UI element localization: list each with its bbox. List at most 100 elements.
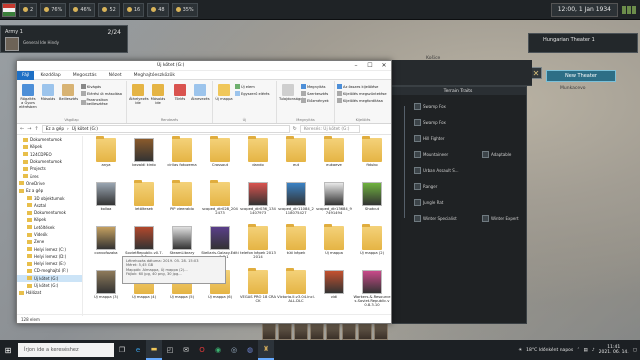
nav-item[interactable]: Asztal	[17, 202, 82, 209]
trait-jungle-rat[interactable]: Jungle Rat	[414, 198, 443, 207]
nav-item[interactable]: Letöltések	[17, 224, 82, 231]
file-explorer-window[interactable]: Új kötet (G:) – ☐ ✕ Fájl Kezdőlap Megosz…	[16, 60, 392, 324]
copy-to-button[interactable]: Másolás ide	[149, 84, 167, 105]
taskbar-search-input[interactable]: Írjon ide a kereséshez	[18, 343, 114, 357]
topbar-stat[interactable]: 76%	[40, 2, 67, 17]
new-item-button[interactable]: Új elem	[235, 84, 255, 89]
chrome-icon[interactable]: ◉	[210, 340, 226, 360]
window-titlebar[interactable]: Új kötet (G:) – ☐ ✕	[17, 61, 391, 71]
trait-mountaineer[interactable]: Mountaineer	[414, 150, 448, 159]
cut-button[interactable]: Kivágás	[81, 84, 101, 89]
nav-item[interactable]: Képek	[17, 143, 82, 150]
edit-button[interactable]: Szerkesztés	[301, 91, 328, 96]
file-item[interactable]: kollaa	[87, 182, 125, 226]
game-icon[interactable]: ♜	[258, 340, 274, 360]
nav-item[interactable]: Videók	[17, 231, 82, 238]
file-item[interactable]: scoped_dir036_1341407973	[239, 182, 277, 226]
nav-item[interactable]: Dokumentumok	[17, 158, 82, 165]
theater-panel[interactable]: Hungarian Theater 1	[528, 33, 638, 53]
file-item[interactable]: scoped_dir028_2042473	[201, 180, 239, 226]
nav-item[interactable]: OneDrive	[17, 180, 82, 187]
nav-item[interactable]: Zene	[17, 238, 82, 245]
file-item[interactable]: Crossout	[201, 136, 239, 182]
trait-winter-specialist[interactable]: Winter Specialist	[414, 214, 457, 223]
new-theater-button[interactable]: New Theater	[546, 70, 616, 82]
avatar[interactable]	[310, 322, 324, 340]
paste-button[interactable]: Beillesztés	[59, 84, 78, 101]
topbar-stat[interactable]: 46%	[69, 2, 96, 17]
trait-urban-assault[interactable]: Urban Assault S...	[414, 166, 459, 175]
breadcrumb[interactable]: Ez a gép › Új kötet (G:)	[41, 125, 290, 133]
weather-icon[interactable]: ☀	[518, 348, 522, 353]
copy-button[interactable]: Másolás	[39, 84, 57, 101]
nav-item[interactable]: CD-meghajtó (F:)	[17, 267, 82, 274]
breadcrumb-item[interactable]: Új kötet (G:)	[72, 127, 98, 132]
nav-item[interactable]: Projects	[17, 165, 82, 172]
file-item[interactable]: Victoria.II.v3.04.incl.ALL.DLC	[277, 268, 315, 314]
open-button[interactable]: Megnyitás	[301, 84, 325, 89]
topbar-stat[interactable]: 16	[122, 2, 145, 17]
nav-item[interactable]: Képek	[17, 216, 82, 223]
windows-start-icon[interactable]: ⊞	[0, 340, 16, 360]
minimize-icon[interactable]: –	[349, 62, 363, 69]
avatar[interactable]	[278, 322, 292, 340]
discord-icon[interactable]: ◍	[242, 340, 258, 360]
close-icon[interactable]: ✕	[377, 62, 391, 69]
trait-hill-fighter[interactable]: Hill Fighter	[414, 134, 444, 143]
avatar[interactable]	[342, 322, 356, 340]
country-flag[interactable]	[2, 2, 16, 17]
topbar-stat[interactable]: 48	[147, 2, 169, 17]
nav-item[interactable]: üres	[17, 172, 82, 179]
nav-item[interactable]: Új kötet (G:)	[17, 274, 82, 282]
game-date[interactable]: 12:00, 1 Jan 1934	[550, 2, 618, 17]
file-item[interactable]: vidi	[315, 270, 353, 314]
history-button[interactable]: Előzmények	[301, 98, 329, 103]
clock[interactable]: 11:41 2021. 06. 14.	[599, 345, 629, 356]
volume-icon[interactable]: ♪	[592, 348, 595, 353]
rename-button[interactable]: Átnevezés	[191, 84, 210, 101]
file-explorer-icon[interactable]: ▬	[146, 340, 162, 360]
file-item[interactable]: telefon képek 2013 2014	[239, 224, 277, 270]
file-item[interactable]: PiP vieerablo	[163, 180, 201, 226]
avatar[interactable]	[358, 322, 372, 340]
back-icon[interactable]: ←	[20, 126, 24, 132]
file-item[interactable]: Új mappa (3)	[87, 270, 125, 314]
topbar-stat[interactable]: 52	[98, 2, 120, 17]
tab-view[interactable]: Nézet	[103, 73, 128, 78]
trait-swamp-fox-2[interactable]: Swamp Fox	[414, 118, 446, 127]
trait-swamp-fox[interactable]: Swamp Fox	[414, 102, 446, 111]
select-all-button[interactable]: Az összes kijelölése	[337, 84, 378, 89]
nav-item[interactable]: Új kötet (G:)	[17, 282, 82, 289]
nav-item[interactable]: Helyi lemez (D:)	[17, 253, 82, 260]
file-item[interactable]: eukaeve	[315, 136, 353, 182]
nav-item[interactable]: Ez a gép	[17, 187, 82, 194]
file-item[interactable]: eut	[277, 136, 315, 182]
nav-item[interactable]: Helyi lemez (C:)	[17, 245, 82, 252]
file-item[interactable]: fiduko	[353, 136, 391, 182]
trait-ranger[interactable]: Ranger	[414, 182, 437, 191]
file-item[interactable]: scoped_dir11084_2118075427	[277, 182, 315, 226]
opera-icon[interactable]: O	[194, 340, 210, 360]
network-icon[interactable]: ▤	[584, 348, 588, 353]
trait-adaptable[interactable]: Adaptable	[482, 150, 511, 159]
avatar[interactable]	[294, 322, 308, 340]
search-input[interactable]: Keresés: Új kötet (G:)	[299, 125, 360, 133]
avatar[interactable]	[262, 322, 276, 340]
file-item[interactable]: Új mappa (2)	[353, 224, 391, 270]
file-item[interactable]: scoped_dir13684_97491494	[315, 182, 353, 226]
nav-item[interactable]: 3D objektumok	[17, 194, 82, 201]
edge-icon[interactable]: e	[130, 340, 146, 360]
file-item[interactable]: letöltesek	[125, 180, 163, 226]
leader-portraits[interactable]	[262, 322, 390, 340]
army-panel[interactable]: Army 1 2/24 General Ide Hindy	[0, 25, 128, 53]
file-item[interactable]: cirilas fotozema	[163, 136, 201, 182]
delete-button[interactable]: Törlés	[171, 84, 189, 101]
move-to-button[interactable]: Áthelyezés ide	[129, 84, 149, 105]
nav-item[interactable]: Dokumentumok	[17, 136, 82, 143]
forward-icon[interactable]: →	[27, 126, 31, 132]
file-item[interactable]: túti képek	[277, 224, 315, 270]
avatar[interactable]	[374, 322, 388, 340]
copy-path-button[interactable]: Elérési út másolása	[81, 91, 122, 96]
invert-selection-button[interactable]: Kijelölés megfordítása	[337, 98, 383, 103]
tab-home[interactable]: Kezdőlap	[34, 73, 66, 78]
